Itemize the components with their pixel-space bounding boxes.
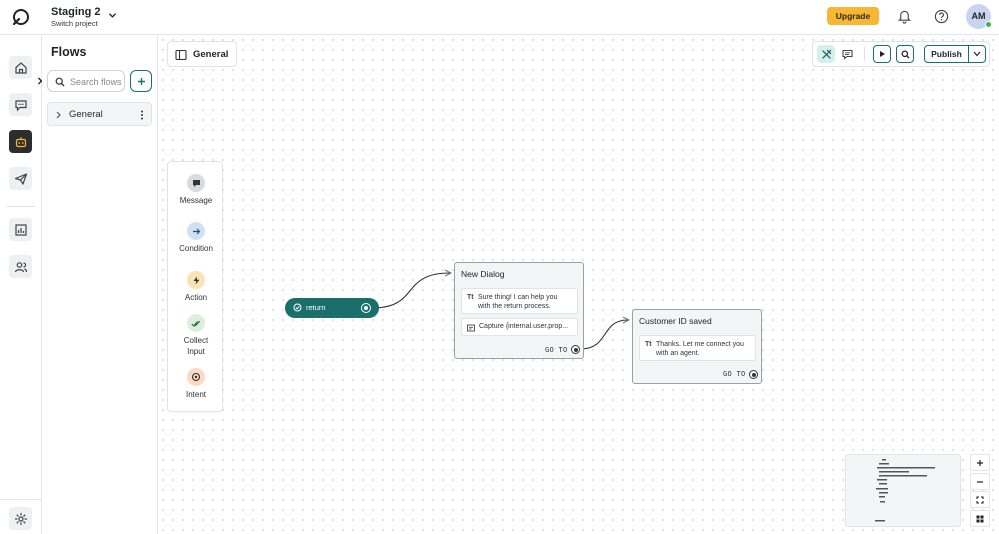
message-line: Thanks. Let me connect you [656,341,744,348]
dialog-output-port[interactable] [571,345,580,354]
saved-output-port[interactable] [749,370,758,379]
message-text: Sure thing! I can help you with the retu… [478,293,557,311]
connector-dialog-to-saved [579,319,629,350]
toggle-minimap-button[interactable] [970,510,990,527]
palette-label: Condition [179,244,213,253]
capture-text: Capture {internal.user.prop... [479,323,569,330]
canvas-toolbar: Publish [812,41,990,67]
palette-item-collect-input[interactable]: Collect Input [168,314,224,357]
canvas-title-card[interactable]: General [167,41,237,67]
grid-icon [976,515,984,522]
message-step[interactable]: Tt Thanks. Let me connect you with an ag… [639,335,756,361]
goto-label: GO TO [545,346,568,354]
capture-step[interactable]: Capture {internal.user.prop... [461,318,578,336]
palette-label: Action [184,293,208,302]
message-line: with the return process. [478,303,551,310]
capture-icon [467,324,475,332]
search-icon [900,49,909,58]
tools-icon [821,49,831,59]
node-palette: Message Condition Action Collect Input I… [167,161,223,412]
start-node-output-port[interactable] [361,303,371,313]
minimap-preview [875,459,935,522]
palette-item-action[interactable]: Action [168,271,224,303]
goto-label: GO TO [723,370,746,378]
message-line: with an agent. [656,350,700,357]
minus-icon [977,480,983,483]
message-line: Sure thing! I can help you [478,294,558,301]
target-icon [187,368,205,386]
canvas-search-button[interactable] [896,45,914,63]
fullscreen-icon [976,495,984,504]
node-title: New Dialog [461,269,505,279]
message-step[interactable]: Tt Sure thing! I can help you with the r… [461,288,578,314]
message-icon [187,174,205,192]
fit-view-button[interactable] [970,491,990,508]
node-title: Customer ID saved [639,316,712,326]
toolbar-divider [864,47,865,61]
palette-item-intent[interactable]: Intent [168,368,224,400]
palette-item-message[interactable]: Message [168,174,224,206]
zoom-out-button[interactable] [970,473,990,490]
start-node-label: return [306,303,326,312]
text-type-icon: Tt [467,294,474,301]
sidebar-toggle-icon[interactable] [175,49,187,61]
chevron-down-icon[interactable] [973,51,981,57]
dialog-node-new-dialog[interactable]: New Dialog Tt Sure thing! I can help you… [454,262,584,359]
palette-item-condition[interactable]: Condition [168,222,224,254]
publish-divider [968,46,969,62]
zoom-in-button[interactable] [970,454,990,471]
palette-label: Intent [185,390,206,399]
arrow-right-icon [187,222,205,240]
publish-button[interactable]: Publish [925,46,968,62]
text-type-icon: Tt [645,341,652,348]
dialog-node-customer-id-saved[interactable]: Customer ID saved Tt Thanks. Let me conn… [632,309,762,384]
canvas-title: General [193,49,229,60]
palette-label: Message [179,196,213,205]
palette-label: Collect Input [183,336,209,356]
double-check-icon [187,314,205,332]
comment-icon [841,49,853,60]
message-text: Thanks. Let me connect you with an agent… [656,340,744,358]
run-test-button[interactable] [873,45,891,63]
comment-mode-button[interactable] [838,45,856,63]
lightning-icon [187,271,205,289]
build-mode-button[interactable] [817,45,835,63]
plus-icon [977,459,983,466]
publish-button-group: Publish [924,45,986,63]
connector-start-to-dialog [371,272,451,309]
start-node-return[interactable]: return [285,298,379,318]
play-icon [880,51,885,57]
trigger-icon [293,303,302,312]
minimap[interactable] [845,454,961,527]
